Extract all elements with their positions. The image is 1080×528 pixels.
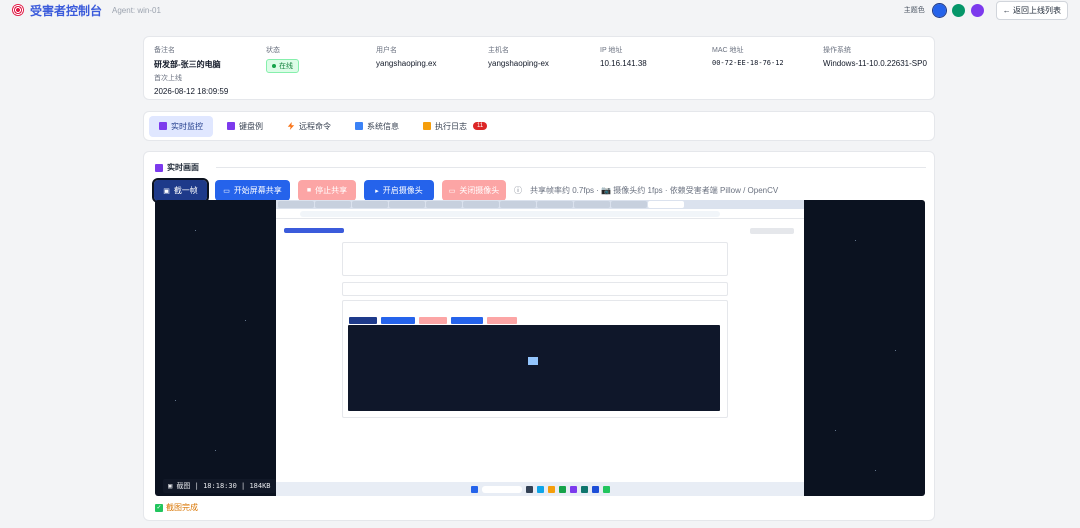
overlay-text: 截图 | 18:18:30 | 184KB [176, 482, 271, 490]
log-count-badge: 11 [473, 122, 488, 130]
hostname-field: 主机名 yangshaoping-ex [488, 45, 549, 68]
button-label: 关闭摄像头 [459, 186, 500, 195]
tab-exec-log[interactable]: 执行日志 11 [413, 116, 497, 137]
live-view-card: 实时画面 ▣ 截一帧 ▭ 开始屏幕共享 ■ 停止共享 ▸ 开启摄像头 ▭ 关闭摄像头 ⓘ … [143, 151, 935, 521]
tab-label: 远程命令 [299, 121, 331, 131]
theme-label: 主题色 [903, 7, 925, 14]
close-camera-button[interactable]: ▭ 关闭摄像头 [442, 180, 506, 201]
hostname-label: 主机名 [488, 47, 509, 54]
remark-value: 研发部-张三的电脑 [154, 60, 221, 69]
tab-bar: 实时监控 键盘例 远程命令 系统信息 执行日志 11 [143, 111, 935, 141]
victim-screenshot [276, 200, 804, 496]
screenshot-overlay-label: ▣ 截图 | 18:18:30 | 184KB [163, 479, 276, 493]
capture-done-text: 截图完成 [166, 503, 198, 512]
agent-label: Agent: win-01 [112, 5, 161, 15]
victim-info-card: 备注名 研发部-张三的电脑 状态 在线 用户名 yangshaoping.ex … [143, 36, 935, 100]
remark-label: 备注名 [154, 47, 175, 54]
button-label: 停止共享 [315, 186, 348, 195]
ip-label: IP 地址 [600, 47, 623, 54]
bolt-icon [287, 122, 295, 130]
os-field: 操作系统 Windows-11-10.0.22631-SP0 [823, 45, 927, 68]
camera-icon: ▸ [375, 187, 379, 195]
tab-system-info[interactable]: 系统信息 [345, 116, 409, 137]
stop-share-button[interactable]: ■ 停止共享 [298, 180, 356, 201]
tab-label: 键盘例 [239, 121, 263, 131]
mac-label: MAC 地址 [712, 47, 744, 54]
info-note-icon: ⓘ [514, 186, 522, 195]
ip-value: 10.16.141.38 [600, 59, 647, 68]
control-buttons: ▣ 截一帧 ▭ 开始屏幕共享 ■ 停止共享 ▸ 开启摄像头 ▭ 关闭摄像头 ⓘ 共享帧率约… [152, 178, 779, 203]
target-logo-icon [12, 4, 24, 16]
username-field: 用户名 yangshaoping.ex [376, 45, 437, 68]
theme-blue-swatch[interactable] [931, 2, 947, 18]
framerate-note: 共享帧率约 0.7fps · 📷 摄像头约 1fps · 依赖受害者端 Pill… [530, 186, 779, 195]
info-icon [355, 122, 363, 130]
first-online-field: 首次上线 2026-08-12 18:09:59 [154, 73, 228, 96]
os-value: Windows-11-10.0.22631-SP0 [823, 59, 927, 68]
button-label: 开始屏幕共享 [233, 186, 282, 195]
keyboard-icon [227, 122, 235, 130]
checkmark-icon: ✓ [155, 503, 163, 512]
tab-keylogger[interactable]: 键盘例 [217, 116, 273, 137]
status-value: 在线 [279, 63, 293, 70]
screen-icon: ▭ [223, 187, 230, 195]
theme-green-swatch[interactable] [951, 3, 965, 17]
ip-field: IP 地址 10.16.141.38 [600, 45, 647, 68]
start-screen-share-button[interactable]: ▭ 开始屏幕共享 [215, 180, 290, 201]
victim-taskbar [276, 482, 804, 496]
live-screen[interactable]: ▣ 截图 | 18:18:30 | 184KB [155, 200, 925, 496]
camera-off-icon: ▭ [448, 187, 456, 195]
section-title-text: 实时画面 [167, 163, 199, 172]
os-label: 操作系统 [823, 47, 851, 54]
button-label: 截一帧 [173, 186, 198, 195]
camera-icon: ▣ [163, 187, 170, 195]
back-to-list-button[interactable]: ← 返回上线列表 [995, 0, 1068, 20]
capture-done-status: ✓ 截图完成 [155, 502, 198, 513]
mac-value: 00-72-EE-18-76-12 [712, 59, 784, 67]
section-title: 实时画面 [155, 162, 199, 173]
first-online-label: 首次上线 [154, 75, 182, 82]
status-badge: 在线 [266, 59, 299, 73]
button-label: 开启摄像头 [382, 186, 423, 195]
section-divider [216, 167, 926, 168]
tab-label: 系统信息 [367, 121, 399, 131]
username-value: yangshaoping.ex [376, 59, 437, 68]
online-dot-icon [272, 64, 276, 69]
monitor-icon [155, 163, 163, 172]
first-online-value: 2026-08-12 18:09:59 [154, 87, 229, 96]
remark-field: 备注名 研发部-张三的电脑 [154, 45, 221, 70]
status-label: 状态 [266, 47, 280, 54]
theme-purple-swatch[interactable] [970, 3, 984, 17]
monitor-icon [159, 122, 167, 130]
mac-field: MAC 地址 00-72-EE-18-76-12 [712, 45, 784, 67]
app-title: 受害者控制台 [30, 3, 103, 18]
hostname-value: yangshaoping-ex [488, 59, 549, 68]
status-field: 状态 在线 [266, 45, 299, 73]
capture-frame-button[interactable]: ▣ 截一帧 [152, 178, 209, 203]
tab-label: 执行日志 [435, 121, 467, 131]
open-camera-button[interactable]: ▸ 开启摄像头 [364, 180, 434, 201]
log-icon [423, 122, 431, 130]
header: 受害者控制台 Agent: win-01 主题色 ← 返回上线列表 [0, 0, 1080, 20]
username-label: 用户名 [376, 47, 397, 54]
tab-live-monitor[interactable]: 实时监控 [149, 115, 213, 137]
tab-remote-command[interactable]: 远程命令 [277, 116, 341, 137]
tab-label: 实时监控 [171, 121, 203, 131]
browser-urlbar [276, 209, 804, 219]
stop-icon: ■ [306, 187, 312, 194]
browser-tabs [276, 200, 804, 209]
